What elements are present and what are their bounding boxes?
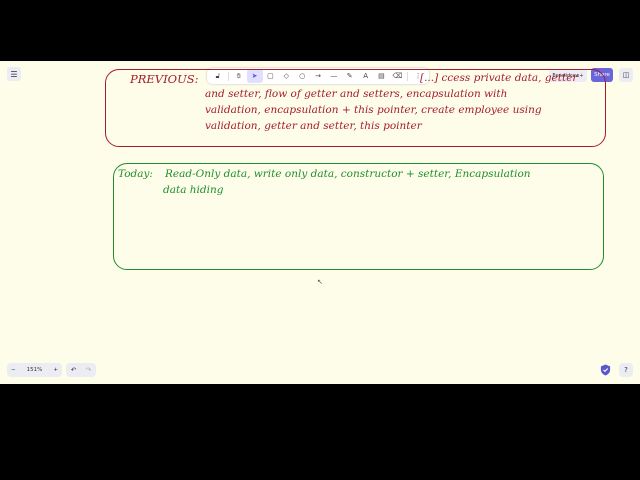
previous-line-1: [...] ccess private data, getter [420, 72, 578, 84]
zoom-out-button[interactable]: − [11, 367, 16, 373]
main-menu-button[interactable]: ☰ [7, 67, 21, 81]
hamburger-icon: ☰ [10, 69, 18, 79]
today-heading: Today: [118, 168, 153, 180]
today-line-1: Read-Only data, write only data, constru… [165, 168, 531, 180]
library-sidebar-button[interactable]: ◫ [619, 68, 633, 82]
redo-icon[interactable]: ↷ [86, 366, 91, 374]
zoom-level[interactable]: 151% [27, 367, 43, 373]
previous-line-3: validation, encapsulation + this pointer… [205, 104, 542, 116]
sidebar-icon: ◫ [622, 71, 630, 79]
shield-icon[interactable] [600, 364, 611, 376]
drawing-canvas[interactable]: ☰ 🔓︎ ✋︎ ➤ ▢ ◇ ○ → — ✎ A ▤ ⌫ ⋮ Excalidraw… [0, 61, 640, 384]
previous-line-2: and setter, flow of getter and setters, … [205, 88, 508, 100]
zoom-in-button[interactable]: + [53, 367, 58, 373]
previous-line-4: validation, getter and setter, this poin… [205, 120, 422, 132]
today-line-2: data hiding [163, 184, 224, 196]
help-icon: ? [624, 366, 628, 374]
zoom-controls: − 151% + [7, 363, 62, 377]
history-controls: ↶ ↷ [66, 363, 96, 377]
previous-heading: PREVIOUS: [130, 72, 199, 86]
mouse-cursor-icon: ↖ [317, 278, 323, 286]
undo-icon[interactable]: ↶ [71, 366, 76, 374]
help-button[interactable]: ? [619, 363, 633, 377]
